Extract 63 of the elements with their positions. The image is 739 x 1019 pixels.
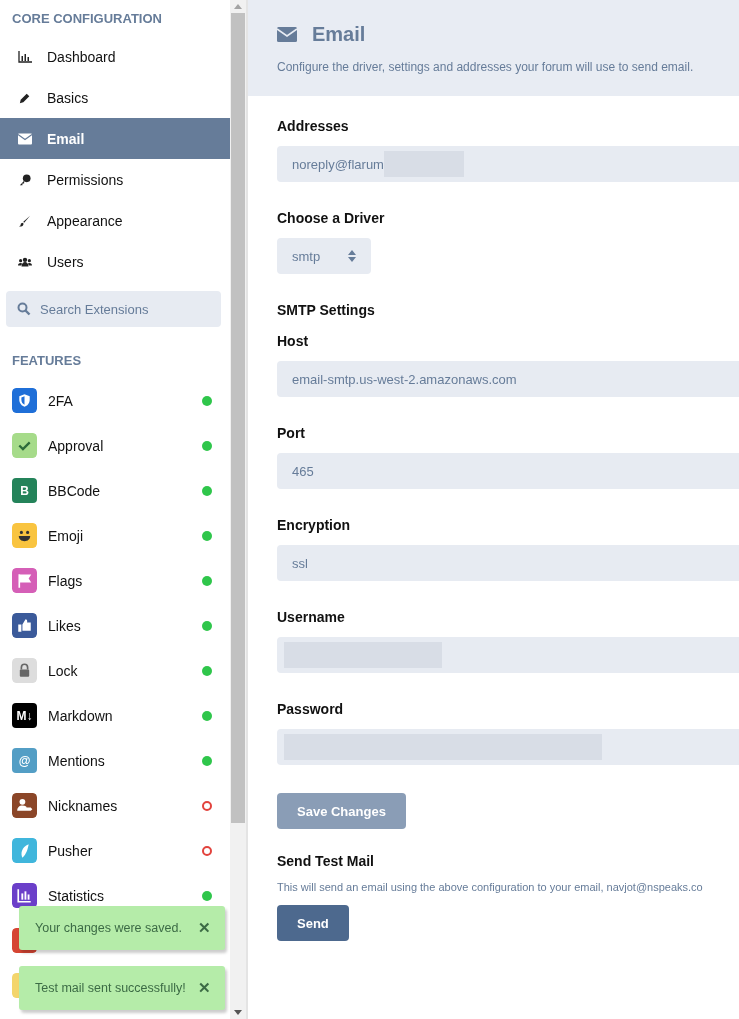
extension-link[interactable]: Approval: [48, 437, 104, 454]
field-value: 465: [292, 463, 314, 479]
input-field[interactable]: [277, 729, 739, 765]
extension-link[interactable]: Flags: [48, 572, 83, 589]
help-text: This will send an email using the above configuration to your email, navjot@nspeaks.co: [277, 881, 704, 893]
extension-link[interactable]: Lock: [48, 662, 78, 679]
input-field[interactable]: [277, 637, 739, 673]
envelope-icon: [18, 132, 32, 145]
search-field[interactable]: Search Extensions: [6, 291, 221, 327]
field-label: Addresses: [277, 118, 350, 134]
extension-link[interactable]: Emoji: [48, 527, 83, 544]
field-label: Username: [277, 609, 346, 625]
section-heading: SMTP Settings: [277, 302, 376, 318]
field-label: Port: [277, 425, 306, 441]
extension-icon: M↓: [12, 703, 37, 728]
nav-item[interactable]: Basics: [0, 77, 230, 118]
extension-link[interactable]: Nicknames: [48, 797, 118, 814]
extension-link[interactable]: BBCode: [48, 482, 101, 499]
envelope-icon: [277, 27, 297, 42]
field-label: Password: [277, 701, 345, 717]
nav-item[interactable]: Appearance: [0, 200, 230, 241]
select-value: smtp: [292, 248, 321, 264]
extension-icon: @: [12, 748, 37, 773]
brush-icon: [18, 214, 32, 227]
page-description: Configure the driver, settings and addresses your forum will use to send email.: [277, 60, 695, 74]
page-title: Email: [312, 23, 366, 46]
section-heading: FEATURES: [11, 352, 83, 370]
field-value: noreply@flarum: [292, 156, 384, 172]
send-button[interactable]: Send: [277, 905, 349, 941]
section-heading: CORE CONFIGURATION: [11, 10, 163, 28]
input-field[interactable]: ssl: [277, 545, 739, 581]
driver-select[interactable]: smtp: [277, 238, 371, 274]
extension-link[interactable]: Pusher: [48, 842, 93, 859]
scrollbar[interactable]: [230, 0, 248, 1019]
extension-link[interactable]: 2FA: [48, 392, 73, 409]
toast-message: Your changes were saved.: [35, 921, 182, 935]
chart-icon: [18, 50, 32, 63]
nav-item[interactable]: Email: [0, 118, 230, 159]
key-icon: [18, 173, 32, 186]
extension-link[interactable]: Markdown: [48, 707, 113, 724]
input-field[interactable]: email-smtp.us-west-2.amazonaws.com: [277, 361, 739, 397]
extension-link[interactable]: Likes: [48, 617, 81, 634]
field-value: email-smtp.us-west-2.amazonaws.com: [292, 371, 517, 387]
close-button[interactable]: ✕: [194, 979, 215, 997]
toast-message: Test mail sent successfully!: [35, 981, 186, 995]
search-icon: [17, 302, 31, 316]
field-label: Choose a Driver: [277, 210, 386, 226]
field-label: Encryption: [277, 517, 352, 533]
field-value: ssl: [292, 555, 308, 571]
nav-item[interactable]: Permissions: [0, 159, 230, 200]
sort-icon: [348, 250, 357, 262]
close-button[interactable]: ✕: [194, 919, 215, 937]
users-icon: [18, 255, 32, 268]
nav-item[interactable]: Dashboard: [0, 36, 230, 77]
input-field[interactable]: noreply@flarum: [277, 146, 739, 182]
nav-item[interactable]: Users: [0, 241, 230, 282]
extension-icon: B: [12, 478, 37, 503]
extension-link[interactable]: Mentions: [48, 752, 105, 769]
input-field[interactable]: 465: [277, 453, 739, 489]
section-heading: Send Test Mail: [277, 853, 375, 869]
extension-link[interactable]: Statistics: [48, 887, 104, 904]
pencil-icon: [18, 91, 32, 104]
field-label: Host: [277, 333, 310, 349]
